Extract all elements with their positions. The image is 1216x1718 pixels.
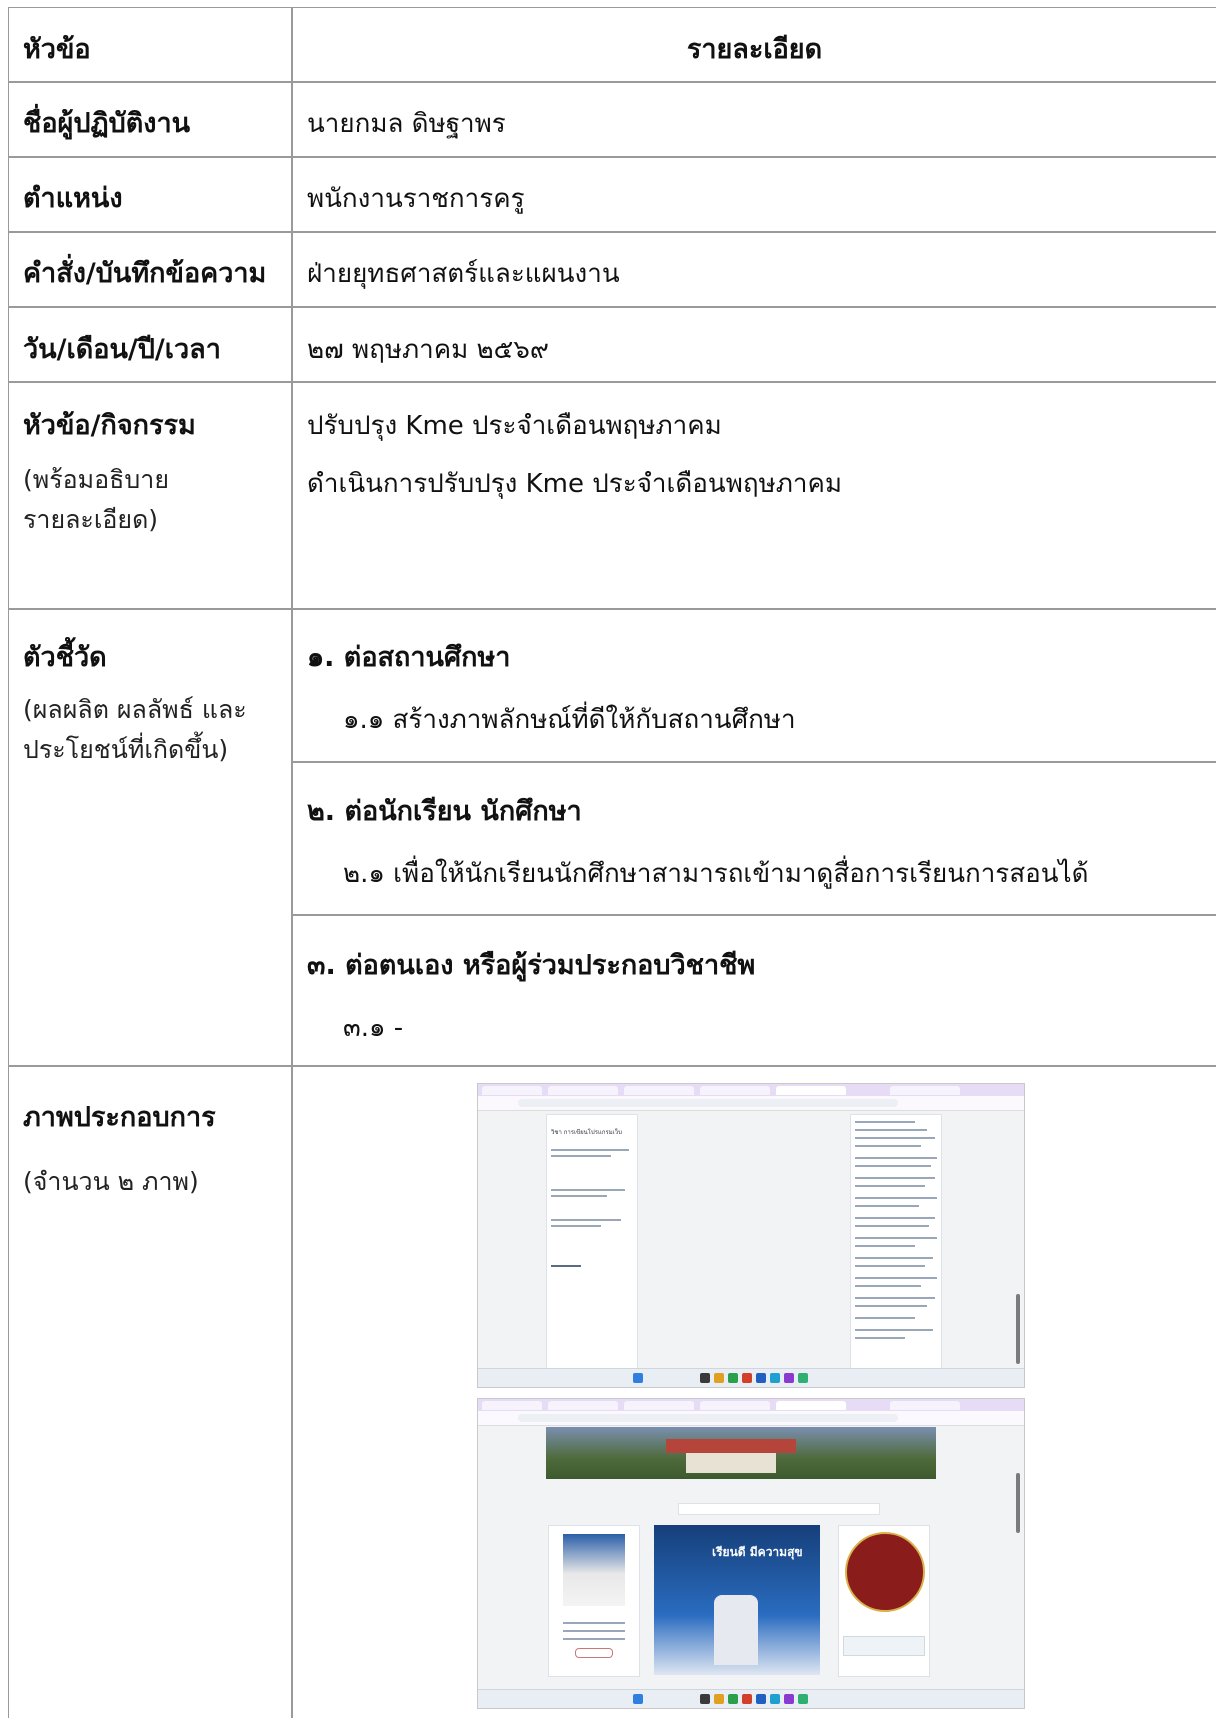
label-position: ตำแหน่ง (23, 183, 123, 214)
row-divider (9, 1065, 1216, 1067)
college-seal-card (838, 1525, 930, 1677)
browser-address-bar (478, 1411, 1024, 1426)
browser-tab-bar (478, 1399, 1024, 1411)
activity-line-2: ดำเนินการปรับปรุง Kme ประจำเดือนพฤษภาคม (307, 469, 842, 499)
promo-poster: เรียนดี มีความสุข (654, 1525, 820, 1675)
label-indicator-note-2: ประโยชน์ที่เกิดขึ้น) (23, 735, 229, 764)
scrollbar (1016, 1473, 1020, 1533)
indicator-item-2: ๒. ต่อนักเรียน นักศึกษา ๒.๑ เพื่อให้นักเ… (307, 792, 1207, 894)
header-detail: รายละเอียด (686, 34, 823, 65)
label-name: ชื่อผู้ปฏิบัติงาน (23, 108, 191, 139)
figure-screenshot-1: วิชา การเขียนโปรแกรมเว็บ (477, 1083, 1025, 1388)
label-activity-note-1: (พร้อมอธิบาย (23, 465, 169, 494)
label-activity-note-2: รายละเอียด) (23, 505, 159, 534)
row-divider (9, 81, 1216, 83)
browser-tab-bar (478, 1084, 1024, 1096)
column-divider (291, 8, 293, 1718)
sub-row-divider (292, 761, 1216, 763)
indicator-detail-1: ๑.๑ สร้างภาพลักษณ์ที่ดีให้กับสถานศึกษา (343, 705, 796, 735)
sub-row-divider (292, 914, 1216, 916)
label-order: คำสั่ง/บันทึกข้อความ (23, 258, 267, 289)
row-divider (9, 608, 1216, 610)
college-seal-icon (845, 1532, 925, 1612)
label-activity: หัวข้อ/กิจกรรม (พร้อมอธิบาย รายละเอียด) (23, 406, 285, 540)
label-images: ภาพประกอบการ (จำนวน ๒ ภาพ) (23, 1098, 285, 1202)
indicator-title-1: ๑. ต่อสถานศึกษา (307, 642, 511, 673)
label-indicator-note-1: (ผลผลิต ผลลัพธ์ และ (23, 695, 247, 724)
header-topic: หัวข้อ (23, 34, 91, 65)
value-name: นายกมล ดิษฐาพร (307, 109, 506, 139)
row-divider (9, 306, 1216, 308)
indicator-title-3: ๓. ต่อตนเอง หรือผู้ร่วมประกอบวิชาชีพ (307, 950, 756, 981)
row-divider (9, 156, 1216, 158)
indicator-detail-3: ๓.๑ - (343, 1013, 404, 1043)
document-page: หัวข้อ รายละเอียด ชื่อผู้ปฏิบัติงาน นายก… (0, 0, 1216, 1718)
row-divider (9, 381, 1216, 383)
indicator-title-2: ๒. ต่อนักเรียน นักศึกษา (307, 796, 582, 827)
value-position: พนักงานราชการครู (307, 184, 525, 214)
campus-photo-banner (546, 1427, 936, 1479)
figure-screenshot-2: เรียนดี มีความสุข (477, 1398, 1025, 1709)
scrollbar (1016, 1294, 1020, 1364)
activity-line-1: ปรับปรุง Kme ประจำเดือนพฤษภาคม (307, 411, 722, 441)
indicator-detail-2: ๒.๑ เพื่อให้นักเรียนนักศึกษาสามารถเข้ามา… (343, 859, 1089, 889)
indicator-item-1: ๑. ต่อสถานศึกษา ๑.๑ สร้างภาพลักษณ์ที่ดีใ… (307, 638, 1207, 740)
label-images-note: (จำนวน ๒ ภาพ) (23, 1167, 199, 1196)
row-divider (9, 231, 1216, 233)
windows-taskbar (478, 1689, 1024, 1708)
menu-bar (678, 1503, 880, 1515)
content-panel (850, 1114, 942, 1371)
browser-address-bar (478, 1096, 1024, 1111)
poster-title: เรียนดี มีความสุข (712, 1545, 803, 1559)
label-date: วัน/เดือน/ปี/เวลา (23, 334, 221, 365)
value-date: ๒๗ พฤษภาคม ๒๕๖๙ (307, 335, 549, 365)
sidebar-text: วิชา การเขียนโปรแกรมเว็บ (551, 1129, 622, 1136)
windows-taskbar (478, 1368, 1024, 1387)
sidebar-panel: วิชา การเขียนโปรแกรมเว็บ (546, 1114, 638, 1371)
value-activity: ปรับปรุง Kme ประจำเดือนพฤษภาคม ดำเนินการ… (307, 406, 1207, 504)
profile-card (548, 1525, 640, 1677)
value-order: ฝ่ายยุทธศาสตร์และแผนงาน (307, 259, 620, 289)
label-indicator: ตัวชี้วัด (ผลผลิต ผลลัพธ์ และ ประโยชน์ที… (23, 638, 285, 770)
indicator-item-3: ๓. ต่อตนเอง หรือผู้ร่วมประกอบวิชาชีพ ๓.๑… (307, 946, 1207, 1048)
